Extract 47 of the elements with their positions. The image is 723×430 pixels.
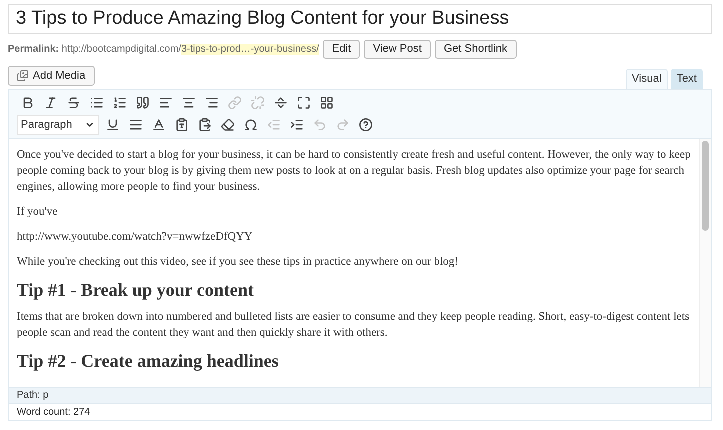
bold-icon <box>21 96 35 110</box>
paste-text-icon <box>175 118 189 132</box>
word-count: Word count: 274 <box>17 406 90 420</box>
media-icon <box>17 70 29 82</box>
help-icon <box>359 118 373 132</box>
redo-icon <box>336 118 350 132</box>
quote-icon <box>136 96 150 110</box>
editor-tab[interactable]: Text <box>670 69 703 89</box>
content-paragraph: http://www.youtube.com/watch?v=nwwfzeDfQYY <box>17 230 254 245</box>
paste-word-icon <box>198 118 212 132</box>
permalink-text: Permalink: http://bootcampdigital.com/3-tips-to-prod…-your-business/ <box>8 42 320 56</box>
fullscreen-icon <box>297 96 311 110</box>
permalink-button[interactable]: View Post <box>364 40 431 58</box>
unlink-icon <box>251 96 265 110</box>
content-heading: Tip #1 - Break up your content <box>17 279 256 301</box>
special-character-icon <box>244 118 258 132</box>
strikethrough-icon <box>67 96 81 110</box>
justify-icon <box>129 118 143 132</box>
eraser-icon <box>221 118 235 132</box>
path-text: Path: p <box>17 389 49 403</box>
align-center-icon <box>182 96 196 110</box>
numbered-list-icon <box>113 96 127 110</box>
undo-icon <box>313 118 327 132</box>
permalink-button[interactable]: Edit <box>323 40 360 58</box>
indent-icon <box>290 118 304 132</box>
outdent-icon <box>267 118 281 132</box>
content-paragraph: If you've <box>17 205 59 220</box>
link-icon <box>228 96 242 110</box>
caret-icon <box>85 120 95 130</box>
text-color-icon <box>152 118 166 132</box>
title-field[interactable]: 3 Tips to Produce Amazing Blog Content for your Business <box>8 4 712 34</box>
add-media-button[interactable]: Add Media <box>8 66 95 86</box>
scrollbar[interactable] <box>699 139 711 387</box>
italic-icon <box>44 96 58 110</box>
align-right-icon <box>205 96 219 110</box>
format-dropdown[interactable]: Paragraph <box>17 115 99 135</box>
content-paragraph: Once you've decided to start a blog for your business, it can be hard to consistently create fresh and useful content. However, the only way to keep people coming back to your blog is by giving them new posts to look at on a regular basis. Fresh blog updates also optimize your page for search engines, allowing more people to find your business. <box>17 148 691 195</box>
content-heading: Tip #2 - Create amazing headlines <box>17 350 280 372</box>
underline-icon <box>106 118 120 132</box>
align-left-icon <box>159 96 173 110</box>
content-paragraph: Items that are broken down into numbered and bulleted lists are easier to consume and they keep people reading. Short, easy-to-digest content lets people scan and read the content they want and then quickly share it with others. <box>17 310 691 341</box>
content-paragraph: While you're checking out this video, see if you see these tips in practice anywhere on our blog! <box>17 255 460 270</box>
permalink-button[interactable]: Get Shortlink <box>434 40 517 58</box>
read-more-icon <box>274 96 288 110</box>
toolbar-toggle-icon <box>320 96 334 110</box>
editor-tab[interactable]: Visual <box>626 69 668 89</box>
bulleted-list-icon <box>90 96 104 110</box>
